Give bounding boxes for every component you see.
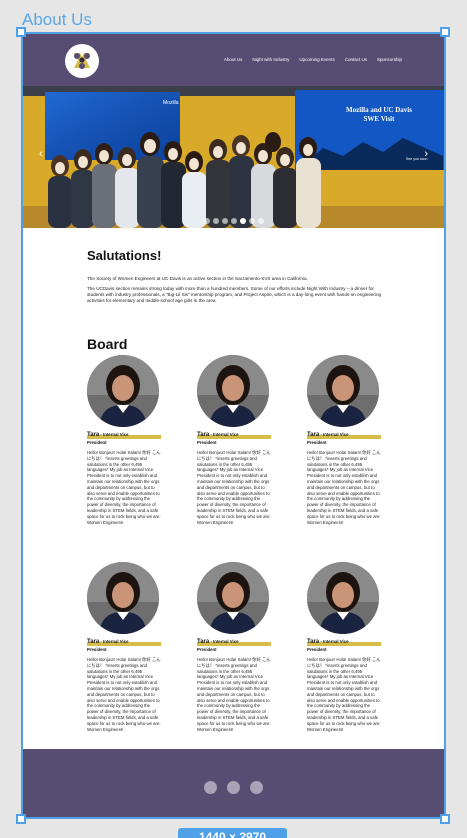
- frame-label[interactable]: About Us: [22, 10, 92, 30]
- member-name: Tara: [197, 432, 210, 438]
- name-bar: Tara - Internal Vice: [307, 638, 381, 647]
- site-footer: [23, 749, 444, 817]
- member-role-b: President: [87, 647, 107, 652]
- screen-left-text: Mozilla: [163, 100, 179, 106]
- hero-pagination: [23, 218, 444, 224]
- hero-carousel[interactable]: Mozilla Mozilla and UC Davis SWE Visit S…: [23, 86, 444, 228]
- board-member-card: Tara - Internal Vice President Hello! Bo…: [87, 355, 161, 546]
- resize-handle-bottom-right[interactable]: [440, 814, 450, 824]
- board-heading: Board: [87, 336, 128, 352]
- nav-link-upcoming-events[interactable]: Upcoming Events: [299, 57, 334, 62]
- avatar: [87, 562, 159, 634]
- member-role-a: - Internal Vice: [99, 639, 129, 644]
- hero-dot[interactable]: [212, 218, 219, 224]
- member-name-line: Tara - Internal Vice: [87, 431, 161, 439]
- swe-logo-icon[interactable]: [65, 44, 99, 78]
- avatar: [197, 562, 269, 634]
- name-bar: Tara - Internal Vice: [197, 431, 271, 440]
- member-name: Tara: [87, 432, 100, 438]
- member-bio: Hello! Bonjour! Hola! Salam! 你好 こんにちは！ *…: [197, 450, 271, 525]
- member-bio: Hello! Bonjour! Hola! Salam! 你好 こんにちは！ *…: [87, 450, 161, 525]
- nav-link-night-with-industry[interactable]: Night with Industry: [252, 57, 289, 62]
- name-bar: Tara - Internal Vice: [307, 431, 381, 440]
- member-name: Tara: [307, 639, 320, 645]
- hero-group-photo: Mozilla Mozilla and UC Davis SWE Visit S…: [23, 86, 444, 228]
- member-role-b: President: [307, 440, 327, 445]
- nav-link-contact-us[interactable]: Contact Us: [345, 57, 367, 62]
- board-member-card: Tara - Internal Vice President Hello! Bo…: [197, 355, 271, 546]
- avatar: [307, 562, 379, 634]
- member-name-line: Tara - Internal Vice: [197, 638, 271, 646]
- hero-dot[interactable]: [239, 218, 246, 224]
- member-role-b: President: [307, 647, 327, 652]
- resize-handle-top-right[interactable]: [440, 27, 450, 37]
- hero-dot[interactable]: [248, 218, 255, 224]
- member-name: Tara: [197, 639, 210, 645]
- footer-social-icon[interactable]: [204, 781, 217, 794]
- footer-social-icons: [23, 781, 444, 794]
- salutations-heading: Salutations!: [87, 248, 162, 263]
- member-role-b: President: [197, 647, 217, 652]
- member-name: Tara: [307, 432, 320, 438]
- member-role-b: President: [87, 440, 107, 445]
- hero-dot[interactable]: [230, 218, 237, 224]
- hero-dot[interactable]: [257, 218, 264, 224]
- hero-dot[interactable]: [203, 218, 210, 224]
- nav-links: About Us Night with Industry Upcoming Ev…: [224, 57, 402, 62]
- intro-paragraph-2: The UCDavis section remains strong today…: [87, 286, 382, 303]
- member-name-line: Tara - Internal Vice: [87, 638, 161, 646]
- name-bar: Tara - Internal Vice: [87, 638, 161, 647]
- member-name-line: Tara - Internal Vice: [197, 431, 271, 439]
- footer-social-icon[interactable]: [227, 781, 240, 794]
- member-bio: Hello! Bonjour! Hola! Salam! 你好 こんにちは！ *…: [307, 450, 381, 525]
- footer-social-icon[interactable]: [250, 781, 263, 794]
- frame-size-badge: 1440 × 2970: [178, 828, 287, 838]
- member-name-line: Tara - Internal Vice: [307, 431, 381, 439]
- board-member-card: Tara - Internal Vice President Hello! Bo…: [307, 355, 381, 546]
- member-name-line: Tara - Internal Vice: [307, 638, 381, 646]
- board-member-card: Tara - Internal Vice President Hello! Bo…: [307, 562, 381, 753]
- member-role-a: - Internal Vice: [319, 432, 349, 437]
- member-role-a: - Internal Vice: [209, 639, 239, 644]
- member-role-a: - Internal Vice: [319, 639, 349, 644]
- avatar: [87, 355, 159, 427]
- resize-handle-bottom-left[interactable]: [16, 814, 26, 824]
- name-bar: Tara - Internal Vice: [197, 638, 271, 647]
- board-member-card: Tara - Internal Vice President Hello! Bo…: [87, 562, 161, 753]
- avatar: [197, 355, 269, 427]
- nav-link-sponsorship[interactable]: Sponsorship: [377, 57, 402, 62]
- member-bio: Hello! Bonjour! Hola! Salam! 你好 こんにちは！ *…: [87, 657, 161, 732]
- member-role-a: - Internal Vice: [99, 432, 129, 437]
- screen-right-title-2: SWE Visit: [364, 115, 396, 123]
- site-header: About Us Night with Industry Upcoming Ev…: [23, 34, 444, 86]
- screen-right-title-1: Mozilla and UC Davis: [346, 106, 412, 114]
- member-bio: Hello! Bonjour! Hola! Salam! 你好 こんにちは！ *…: [307, 657, 381, 732]
- member-bio: Hello! Bonjour! Hola! Salam! 你好 こんにちは！ *…: [197, 657, 271, 732]
- hero-dot[interactable]: [221, 218, 228, 224]
- intro-paragraph-1: The Society of Women Engineers at UC Dav…: [87, 276, 308, 281]
- avatar: [307, 355, 379, 427]
- chevron-left-icon[interactable]: ‹: [39, 148, 43, 160]
- intro-section: Salutations! The Society of Women Engine…: [87, 248, 387, 352]
- artboard-frame[interactable]: About Us Night with Industry Upcoming Ev…: [21, 32, 446, 819]
- nav-link-about-us[interactable]: About Us: [224, 57, 243, 62]
- board-member-card: Tara - Internal Vice President Hello! Bo…: [197, 562, 271, 753]
- member-role-a: - Internal Vice: [209, 432, 239, 437]
- member-name: Tara: [87, 639, 100, 645]
- resize-handle-top-left[interactable]: [16, 27, 26, 37]
- chevron-right-icon[interactable]: ›: [424, 148, 428, 160]
- name-bar: Tara - Internal Vice: [87, 431, 161, 440]
- board-members-grid: Tara - Internal Vice President Hello! Bo…: [87, 355, 387, 753]
- member-role-b: President: [197, 440, 217, 445]
